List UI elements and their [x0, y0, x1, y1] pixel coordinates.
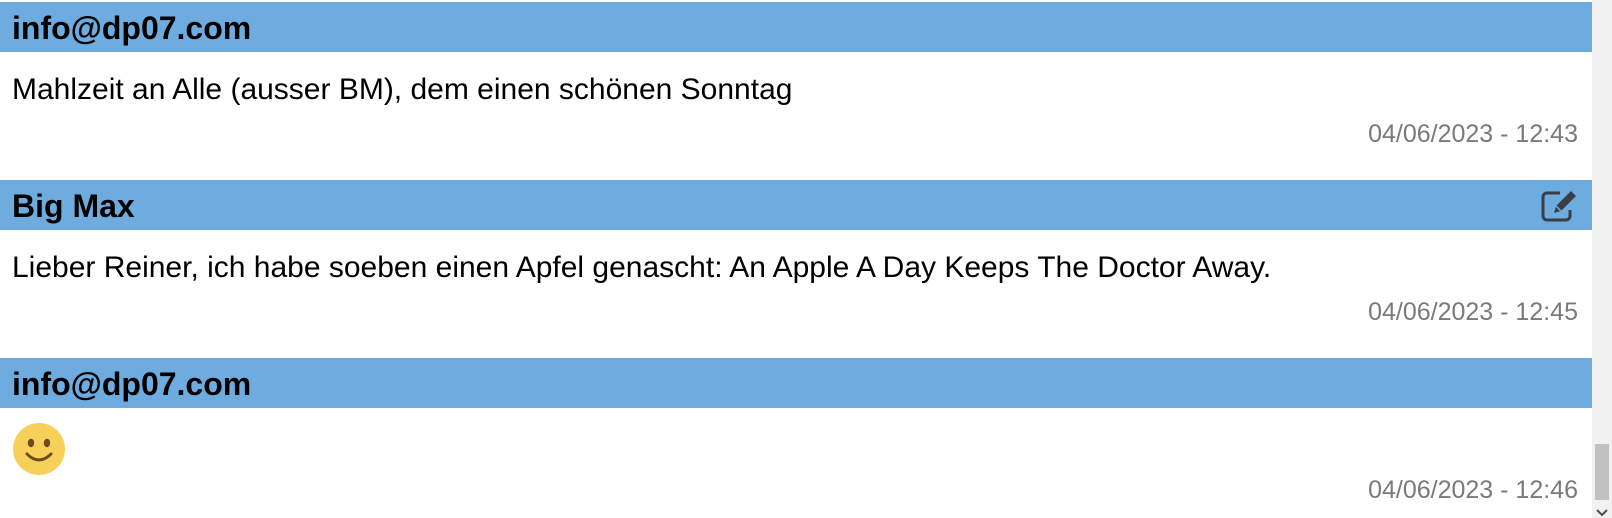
- post-timestamp: 04/06/2023 - 12:43: [1368, 120, 1578, 148]
- post-body: Lieber Reiner, ich habe soeben einen Apf…: [0, 230, 1592, 358]
- post-header: info@dp07.com: [0, 358, 1592, 408]
- vertical-scrollbar[interactable]: [1592, 0, 1612, 518]
- message-post: info@dp07.com 04/06/2023 - 12:46: [0, 358, 1592, 518]
- message-post: Big Max Lieber Reiner, ich habe soeben e…: [0, 180, 1592, 358]
- post-timestamp: 04/06/2023 - 12:46: [1368, 476, 1578, 504]
- post-author: info@dp07.com: [12, 10, 252, 46]
- scroll-down-arrow-icon[interactable]: [1596, 505, 1608, 517]
- message-post: info@dp07.com Mahlzeit an Alle (ausser B…: [0, 2, 1592, 180]
- post-body: Mahlzeit an Alle (ausser BM), dem einen …: [0, 52, 1592, 180]
- post-message: Mahlzeit an Alle (ausser BM), dem einen …: [12, 73, 793, 106]
- post-author: Big Max: [12, 188, 135, 224]
- post-body: 04/06/2023 - 12:46: [0, 408, 1592, 518]
- message-feed[interactable]: info@dp07.com Mahlzeit an Alle (ausser B…: [0, 2, 1592, 518]
- smiley-icon: [12, 422, 66, 476]
- scrollbar-thumb[interactable]: [1595, 444, 1609, 500]
- chat-page: info@dp07.com Mahlzeit an Alle (ausser B…: [0, 0, 1612, 518]
- post-author: info@dp07.com: [12, 366, 252, 402]
- post-message: Lieber Reiner, ich habe soeben einen Apf…: [12, 251, 1272, 284]
- post-header: Big Max: [0, 180, 1592, 230]
- post-timestamp: 04/06/2023 - 12:45: [1368, 298, 1578, 326]
- edit-icon[interactable]: [1540, 187, 1580, 223]
- post-header: info@dp07.com: [0, 2, 1592, 52]
